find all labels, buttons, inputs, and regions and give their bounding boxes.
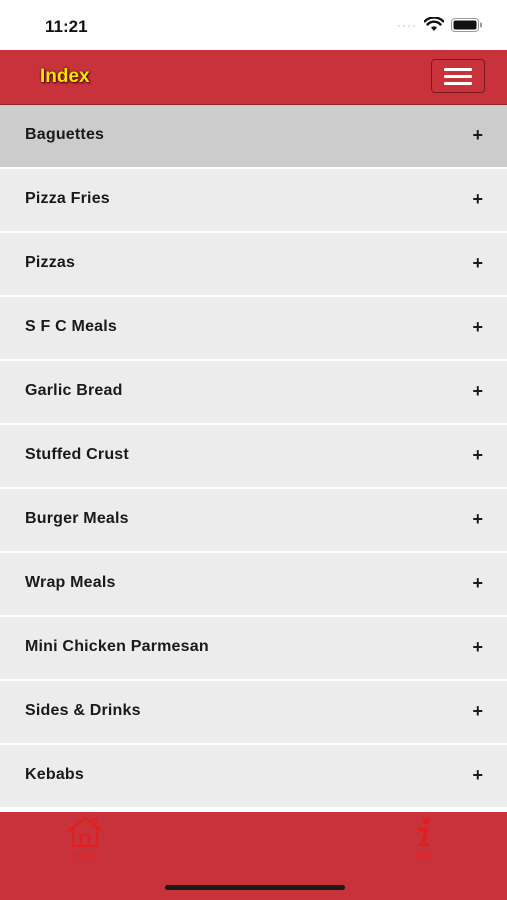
- list-item-label: Pizzas: [25, 254, 76, 271]
- status-time: 11:21: [45, 17, 88, 36]
- list-item-wrap-meals[interactable]: Wrap Meals +: [0, 553, 507, 617]
- page-title: Index: [40, 66, 90, 87]
- expand-plus-icon[interactable]: +: [472, 765, 483, 786]
- info-icon: [403, 817, 443, 852]
- list-item-label: Kebabs: [25, 766, 84, 783]
- status-bar: 11:21 ····: [0, 0, 507, 50]
- list-item-label: Wrap Meals: [25, 574, 116, 591]
- hamburger-menu-button[interactable]: [431, 59, 485, 93]
- nav-home-button[interactable]: Home: [64, 816, 106, 862]
- home-icon: [65, 816, 105, 852]
- hamburger-line: [444, 67, 472, 71]
- hamburger-line: [444, 74, 472, 78]
- expand-plus-icon[interactable]: +: [472, 701, 483, 722]
- list-item-label: Baguettes: [25, 126, 105, 143]
- list-item-burger-meals[interactable]: Burger Meals +: [0, 489, 507, 553]
- list-item-pizza-fries[interactable]: Pizza Fries +: [0, 169, 507, 233]
- nav-home-label: Home: [71, 851, 99, 862]
- expand-plus-icon[interactable]: +: [472, 189, 483, 210]
- hamburger-line: [444, 81, 472, 85]
- app-header: Index: [0, 50, 507, 105]
- list-item-kebabs[interactable]: Kebabs +: [0, 745, 507, 809]
- nav-info-label: Info: [414, 851, 432, 862]
- expand-plus-icon[interactable]: +: [472, 317, 483, 338]
- expand-plus-icon[interactable]: +: [472, 445, 483, 466]
- list-item-pizzas[interactable]: Pizzas +: [0, 233, 507, 297]
- list-item-label: Mini Chicken Parmesan: [25, 638, 209, 655]
- list-item-baguettes[interactable]: Baguettes +: [0, 105, 507, 169]
- category-list: Baguettes + Pizza Fries + Pizzas + S F C…: [0, 105, 507, 809]
- list-item-label: Pizza Fries: [25, 190, 110, 207]
- list-item-mini-chicken-parmesan[interactable]: Mini Chicken Parmesan +: [0, 617, 507, 681]
- expand-plus-icon[interactable]: +: [472, 253, 483, 274]
- expand-plus-icon[interactable]: +: [472, 573, 483, 594]
- list-item-label: S F C Meals: [25, 318, 118, 335]
- status-icons: ····: [397, 17, 483, 32]
- list-item-label: Garlic Bread: [25, 382, 123, 399]
- expand-plus-icon[interactable]: +: [472, 509, 483, 530]
- list-item-sides-drinks[interactable]: Sides & Drinks +: [0, 681, 507, 745]
- expand-plus-icon[interactable]: +: [472, 381, 483, 402]
- list-item-garlic-bread[interactable]: Garlic Bread +: [0, 361, 507, 425]
- battery-icon: [451, 17, 483, 32]
- nav-info-button[interactable]: Info: [402, 816, 444, 862]
- list-item-stuffed-crust[interactable]: Stuffed Crust +: [0, 425, 507, 489]
- list-item-label: Stuffed Crust: [25, 446, 129, 463]
- home-indicator[interactable]: [165, 885, 345, 890]
- list-item-label: Burger Meals: [25, 510, 129, 527]
- expand-plus-icon[interactable]: +: [472, 637, 483, 658]
- wifi-icon: [424, 17, 444, 32]
- expand-plus-icon[interactable]: +: [472, 125, 483, 146]
- list-item-label: Sides & Drinks: [25, 702, 141, 719]
- signal-icon: ····: [397, 17, 417, 32]
- list-item-sfc-meals[interactable]: S F C Meals +: [0, 297, 507, 361]
